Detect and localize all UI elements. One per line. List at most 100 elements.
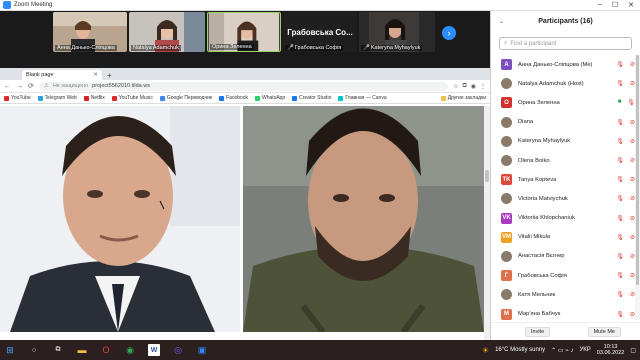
avatar: TK xyxy=(501,174,512,186)
mic-off-icon[interactable]: 🎙 xyxy=(616,272,624,279)
bookmark-label: Главная — Canva xyxy=(345,95,387,101)
profile-icon[interactable]: ◉ xyxy=(471,83,476,90)
maximize-icon[interactable]: ☐ xyxy=(612,1,618,9)
word-icon[interactable]: W xyxy=(148,344,160,356)
windows-taskbar: ⊞ ○ ⧉ ▬ O ◉ W ◎ ▣ ☀ 16°C Mostly sunny ⌃ … xyxy=(0,340,640,360)
avatar-photo xyxy=(501,135,512,147)
participant-name-caption: 🎤Kateryna Myhaylyuk xyxy=(361,45,423,51)
bookmark-facebook[interactable]: Facebook xyxy=(219,95,248,101)
close-tab-icon[interactable]: ✕ xyxy=(93,72,98,78)
participant-row[interactable]: Olena Boiko 🎙 ⊘ xyxy=(491,151,640,170)
tray-icons[interactable]: ⌃ ▭ ⌁ ♪ xyxy=(551,347,573,354)
avatar: VM xyxy=(501,231,512,243)
bookmark-google-translate[interactable]: Google Переводчик xyxy=(159,95,212,101)
mic-off-icon[interactable]: 🎙 xyxy=(616,119,624,126)
participant-row[interactable]: Diana 🎙 ⊘ xyxy=(491,113,640,132)
mic-off-icon[interactable]: 🎙 xyxy=(616,311,624,318)
mic-off-icon[interactable]: 🎙 xyxy=(616,138,624,145)
participant-tile[interactable]: Анна Данько-Сліпцова xyxy=(53,12,127,52)
participant-tile[interactable]: Natalya Adamchuk xyxy=(129,12,205,52)
video-on-icon[interactable]: ■ xyxy=(618,99,622,106)
close-icon[interactable]: ✕ xyxy=(628,1,634,9)
participant-status-icons: 🎙 ⊘ xyxy=(616,157,635,164)
participant-row[interactable]: VM Vitalii Mikula 🎙 ⊘ xyxy=(491,228,640,247)
mic-off-icon[interactable]: 🎙 xyxy=(616,215,624,222)
file-explorer-icon[interactable]: ▬ xyxy=(76,344,88,356)
mic-off-icon[interactable]: 🎙 xyxy=(616,80,624,87)
participant-search-input[interactable]: ⌕ Find a participant xyxy=(499,37,632,50)
url-security-warning: Не защищено xyxy=(52,83,89,89)
participant-status-icons: 🎙 ⊘ xyxy=(616,272,635,279)
mic-off-icon[interactable]: 🎙 xyxy=(627,99,635,106)
participant-tile-active[interactable]: Орина Зеленна xyxy=(207,12,281,52)
forward-icon[interactable]: → xyxy=(16,83,23,90)
mic-off-icon[interactable]: 🎙 xyxy=(616,291,624,298)
mic-off-icon[interactable]: 🎙 xyxy=(616,61,624,68)
bookmark-star-icon[interactable]: ☆ xyxy=(453,83,458,90)
minimize-icon[interactable]: – xyxy=(598,1,602,9)
participant-status-icons: 🎙 ⊘ xyxy=(616,119,635,126)
participant-row[interactable]: Natalya Adamchuk (Host) 🎙 ⊘ xyxy=(491,74,640,93)
participant-row[interactable]: TK Tanya Kopteva 🎙 ⊘ xyxy=(491,170,640,189)
menu-icon[interactable]: ⋮ xyxy=(480,83,486,90)
scrollbar-thumb[interactable] xyxy=(636,55,639,285)
tab-blank-page[interactable]: Blank page ✕ xyxy=(22,70,102,80)
participant-row[interactable]: А Анна Данько-Сліпцова (Me) 🎙 ⊘ xyxy=(491,55,640,74)
clock[interactable]: 10:13 03.06.2022 xyxy=(597,344,625,357)
new-tab-icon[interactable]: + xyxy=(102,71,117,80)
bookmark-youtube[interactable]: YouTube xyxy=(4,95,31,101)
bookmark-label: Facebook xyxy=(226,95,249,101)
weather-icon: ☀ xyxy=(481,345,490,355)
notifications-icon[interactable]: ▢ xyxy=(630,347,636,354)
avatar: Г xyxy=(501,270,512,282)
participant-row[interactable]: М Мар'яна Бабчук 🎙 ⊘ xyxy=(491,304,640,323)
participant-row[interactable]: Kateryna Myhaylyuk 🎙 ⊘ xyxy=(491,132,640,151)
participant-row[interactable]: Анастасія Вєгнер 🎙 ⊘ xyxy=(491,247,640,266)
bookmark-netflix[interactable]: Netflix xyxy=(83,95,105,101)
participant-row[interactable]: О Орина Зеленна ■ 🎙 xyxy=(491,93,640,112)
participant-tile[interactable]: 🎤Kateryna Myhaylyuk xyxy=(359,12,435,52)
bookmark-label: YouTube xyxy=(11,95,31,101)
photo-left xyxy=(0,106,240,332)
mic-off-icon[interactable]: 🎙 xyxy=(616,157,624,164)
invite-button[interactable]: Invite xyxy=(525,326,551,337)
opera-icon[interactable]: O xyxy=(100,344,112,356)
browser-tab-bar: Blank page ✕ + xyxy=(0,68,490,80)
participant-tile[interactable]: Грабовська Со... 🎤Грабовська Софія xyxy=(283,12,357,52)
bookmark-youtube-music[interactable]: YouTube Music xyxy=(111,95,153,101)
language-indicator[interactable]: УКР xyxy=(579,347,590,353)
avatar-photo xyxy=(501,289,512,301)
participant-row[interactable]: Victoria Matviychuk 🎙 ⊘ xyxy=(491,189,640,208)
mic-off-icon[interactable]: 🎙 xyxy=(616,195,624,202)
bookmark-creator-studio[interactable]: Creator Studio xyxy=(292,95,331,101)
bookmark-label: YouTube Music xyxy=(118,95,153,101)
bookmark-canva[interactable]: Главная — Canva xyxy=(338,95,387,101)
viber-icon[interactable]: ◎ xyxy=(172,344,184,356)
url-field[interactable]: ⚠ Не защищено project5562010.tilda.ws xyxy=(38,81,449,91)
participant-row[interactable]: Г Грабовська Софія 🎙 ⊘ xyxy=(491,266,640,285)
participants-scrollbar[interactable] xyxy=(635,55,640,320)
other-bookmarks[interactable]: Другие закладки xyxy=(440,95,486,101)
mic-off-icon[interactable]: 🎙 xyxy=(616,234,624,241)
task-view-icon[interactable]: ⧉ xyxy=(52,344,64,356)
back-icon[interactable]: ← xyxy=(4,83,11,90)
search-icon[interactable]: ○ xyxy=(28,344,40,356)
gallery-strip: Анна Данько-Сліпцова Natalya Adamchuk Ор… xyxy=(0,11,490,57)
mic-off-icon[interactable]: 🎙 xyxy=(616,176,624,183)
bookmark-label: WhatsApp xyxy=(262,95,286,101)
participant-row[interactable]: VK Viktoriia Khlopchaniuk 🎙 ⊘ xyxy=(491,209,640,228)
gallery-next-button[interactable]: › xyxy=(442,26,456,40)
bookmark-telegram[interactable]: Telegram Web xyxy=(37,95,77,101)
mute-me-button[interactable]: Mute Me xyxy=(587,326,621,337)
scrollbar-thumb[interactable] xyxy=(485,170,489,182)
participant-status-icons: 🎙 ⊘ xyxy=(616,80,635,87)
reload-icon[interactable]: ⟳ xyxy=(28,82,34,90)
zoom-taskbar-icon[interactable]: ▣ xyxy=(196,344,208,356)
chevron-down-icon[interactable]: ⌄ xyxy=(499,18,504,25)
bookmark-whatsapp[interactable]: WhatsApp xyxy=(255,95,285,101)
extensions-icon[interactable]: ⧉ xyxy=(462,83,466,90)
participant-row[interactable]: Катя Мельник 🎙 ⊘ xyxy=(491,285,640,304)
windows-start-icon[interactable]: ⊞ xyxy=(4,344,16,356)
chrome-icon[interactable]: ◉ xyxy=(124,344,136,356)
mic-off-icon[interactable]: 🎙 xyxy=(616,253,624,260)
